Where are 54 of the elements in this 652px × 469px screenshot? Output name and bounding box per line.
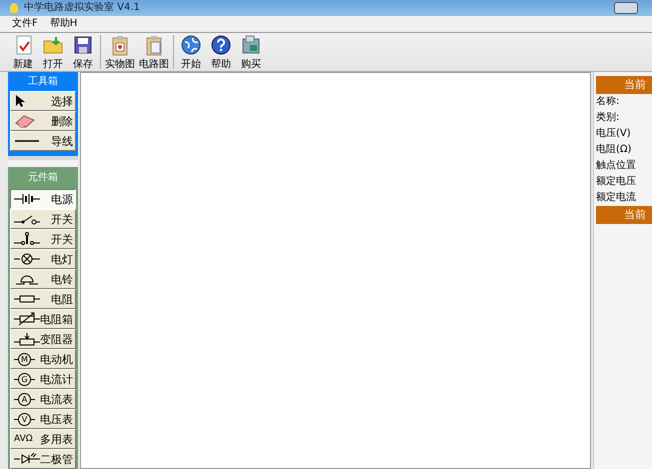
component-button[interactable]: 电铃 [10, 269, 76, 289]
toolbar-button[interactable]: 购买 [236, 34, 266, 70]
property-label: 类别: [596, 110, 620, 125]
save-icon [72, 34, 94, 56]
menu-item[interactable]: 帮助H [50, 17, 78, 31]
property-label: 触点位置 [596, 158, 637, 173]
resistor-box-symbol-icon [14, 312, 40, 326]
component-button[interactable]: V 电压表 [10, 409, 76, 429]
component-button[interactable]: 电阻箱 [10, 309, 76, 329]
panel-title: 工具箱 [27, 75, 59, 89]
globe-icon [180, 34, 202, 56]
bulb-icon [10, 3, 18, 13]
diode-symbol-icon [14, 452, 40, 466]
box-icon [240, 34, 262, 56]
toolbar-button[interactable]: 开始 [176, 34, 206, 70]
toolbar-button[interactable]: 保存 [68, 34, 98, 70]
menu-item[interactable]: 文件F [12, 17, 38, 31]
property-label: 额定电压 [596, 174, 637, 189]
pointer-icon [14, 94, 26, 108]
tool-button[interactable]: 选择 [10, 91, 76, 111]
component-button[interactable]: G 电流计 [10, 369, 76, 389]
component-button[interactable]: 二极管 [10, 449, 76, 469]
component-button[interactable]: 电源 [10, 189, 76, 209]
panel-header: 当前 [596, 76, 652, 94]
window-title: 中学电路虚拟实验室 V4.1 [24, 1, 140, 15]
battery-symbol-icon [14, 192, 40, 206]
tool-button[interactable]: 导线 [10, 131, 76, 151]
toolbar-button[interactable]: 帮助 [206, 34, 236, 70]
maximize-button[interactable] [614, 2, 638, 14]
lamp-symbol-icon [14, 252, 40, 266]
toolbar-button[interactable]: 实物图 [103, 34, 137, 70]
toolbar-button[interactable]: 打开 [38, 34, 68, 70]
component-button[interactable]: 电灯 [10, 249, 76, 269]
component-button[interactable]: 电阻 [10, 289, 76, 309]
component-button[interactable]: 变阻器 [10, 329, 76, 349]
property-label: 电阻(Ω) [596, 142, 632, 157]
component-button[interactable]: 开关 [10, 209, 76, 229]
switch-symbol-icon [14, 232, 40, 246]
property-label: 名称: [596, 95, 620, 109]
eraser-icon [14, 114, 36, 128]
property-label: 电压(V) [596, 126, 632, 141]
panel-spacer [8, 160, 78, 167]
component-button[interactable]: M 电动机 [10, 349, 76, 369]
property-label: 额定电流 [596, 190, 637, 205]
panel-header: 当前 [596, 206, 652, 224]
help-icon [210, 34, 232, 56]
toolbar-button[interactable]: 新建 [8, 34, 38, 70]
toolbar-button[interactable]: 电路图 [137, 34, 171, 70]
rheostat-symbol-icon [14, 332, 40, 346]
component-button[interactable]: AVΩ 多用表 [10, 429, 76, 449]
panel-title: 元件箱 [27, 171, 59, 185]
component-button[interactable]: A 电流表 [10, 389, 76, 409]
component-button[interactable]: 开关 [10, 229, 76, 249]
tool-button[interactable]: 删除 [10, 111, 76, 131]
